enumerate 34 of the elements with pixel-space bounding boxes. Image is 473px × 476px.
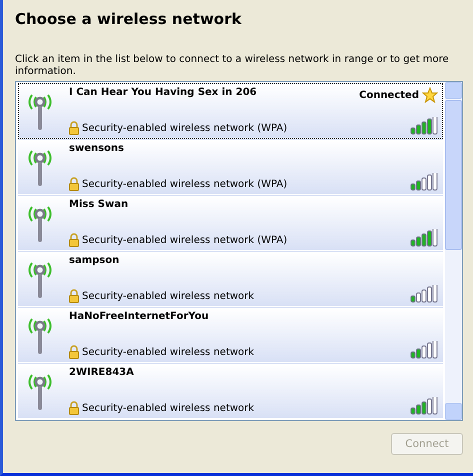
security-text: Security-enabled wireless network (WPA) — [82, 234, 288, 246]
lock-icon — [69, 401, 79, 415]
antenna-icon — [27, 148, 53, 188]
network-item[interactable]: I Can Hear You Having Sex in 206 Security-enabled wireless network (WPA) Connected — [18, 83, 443, 139]
antenna-icon — [27, 260, 53, 300]
antenna-icon — [27, 316, 53, 356]
lock-icon — [69, 121, 79, 135]
network-name: 2WIRE843A — [69, 367, 135, 378]
instructions-text: Click an item in the list below to connect to a wireless network in range or to get more information. — [15, 54, 450, 78]
antenna-icon — [27, 372, 53, 412]
network-item[interactable]: Miss Swan Security-enabled wireless network (WPA) — [18, 195, 443, 251]
antenna-icon — [27, 204, 53, 244]
connection-status: Connected — [359, 90, 419, 100]
network-name: sampson — [69, 255, 120, 266]
network-name: HaNoFreeInternetForYou — [69, 311, 210, 322]
network-name: I Can Hear You Having Sex in 206 — [69, 87, 258, 98]
network-item[interactable]: HaNoFreeInternetForYou Security-enabled wireless network — [18, 307, 443, 363]
security-text: Security-enabled wireless network (WPA) — [82, 122, 288, 134]
security-text: Security-enabled wireless network — [82, 402, 254, 414]
security-text: Security-enabled wireless network — [82, 346, 254, 358]
lock-icon — [69, 289, 79, 303]
lock-icon — [69, 233, 79, 247]
lock-icon — [69, 345, 79, 359]
network-item[interactable]: 2WIRE843A Security-enabled wireless network — [18, 363, 443, 419]
security-text: Security-enabled wireless network — [82, 290, 254, 302]
security-text: Security-enabled wireless network (WPA) — [82, 178, 288, 190]
lock-icon — [69, 177, 79, 191]
network-item[interactable]: swensons Security-enabled wireless network (WPA) — [18, 139, 443, 195]
window-title: Choose a wireless network — [15, 10, 242, 30]
scrollbar[interactable] — [445, 82, 462, 420]
antenna-icon — [27, 92, 53, 132]
network-item[interactable]: sampson Security-enabled wireless network — [18, 251, 443, 307]
network-name: swensons — [69, 143, 125, 154]
network-name: Miss Swan — [69, 199, 130, 210]
